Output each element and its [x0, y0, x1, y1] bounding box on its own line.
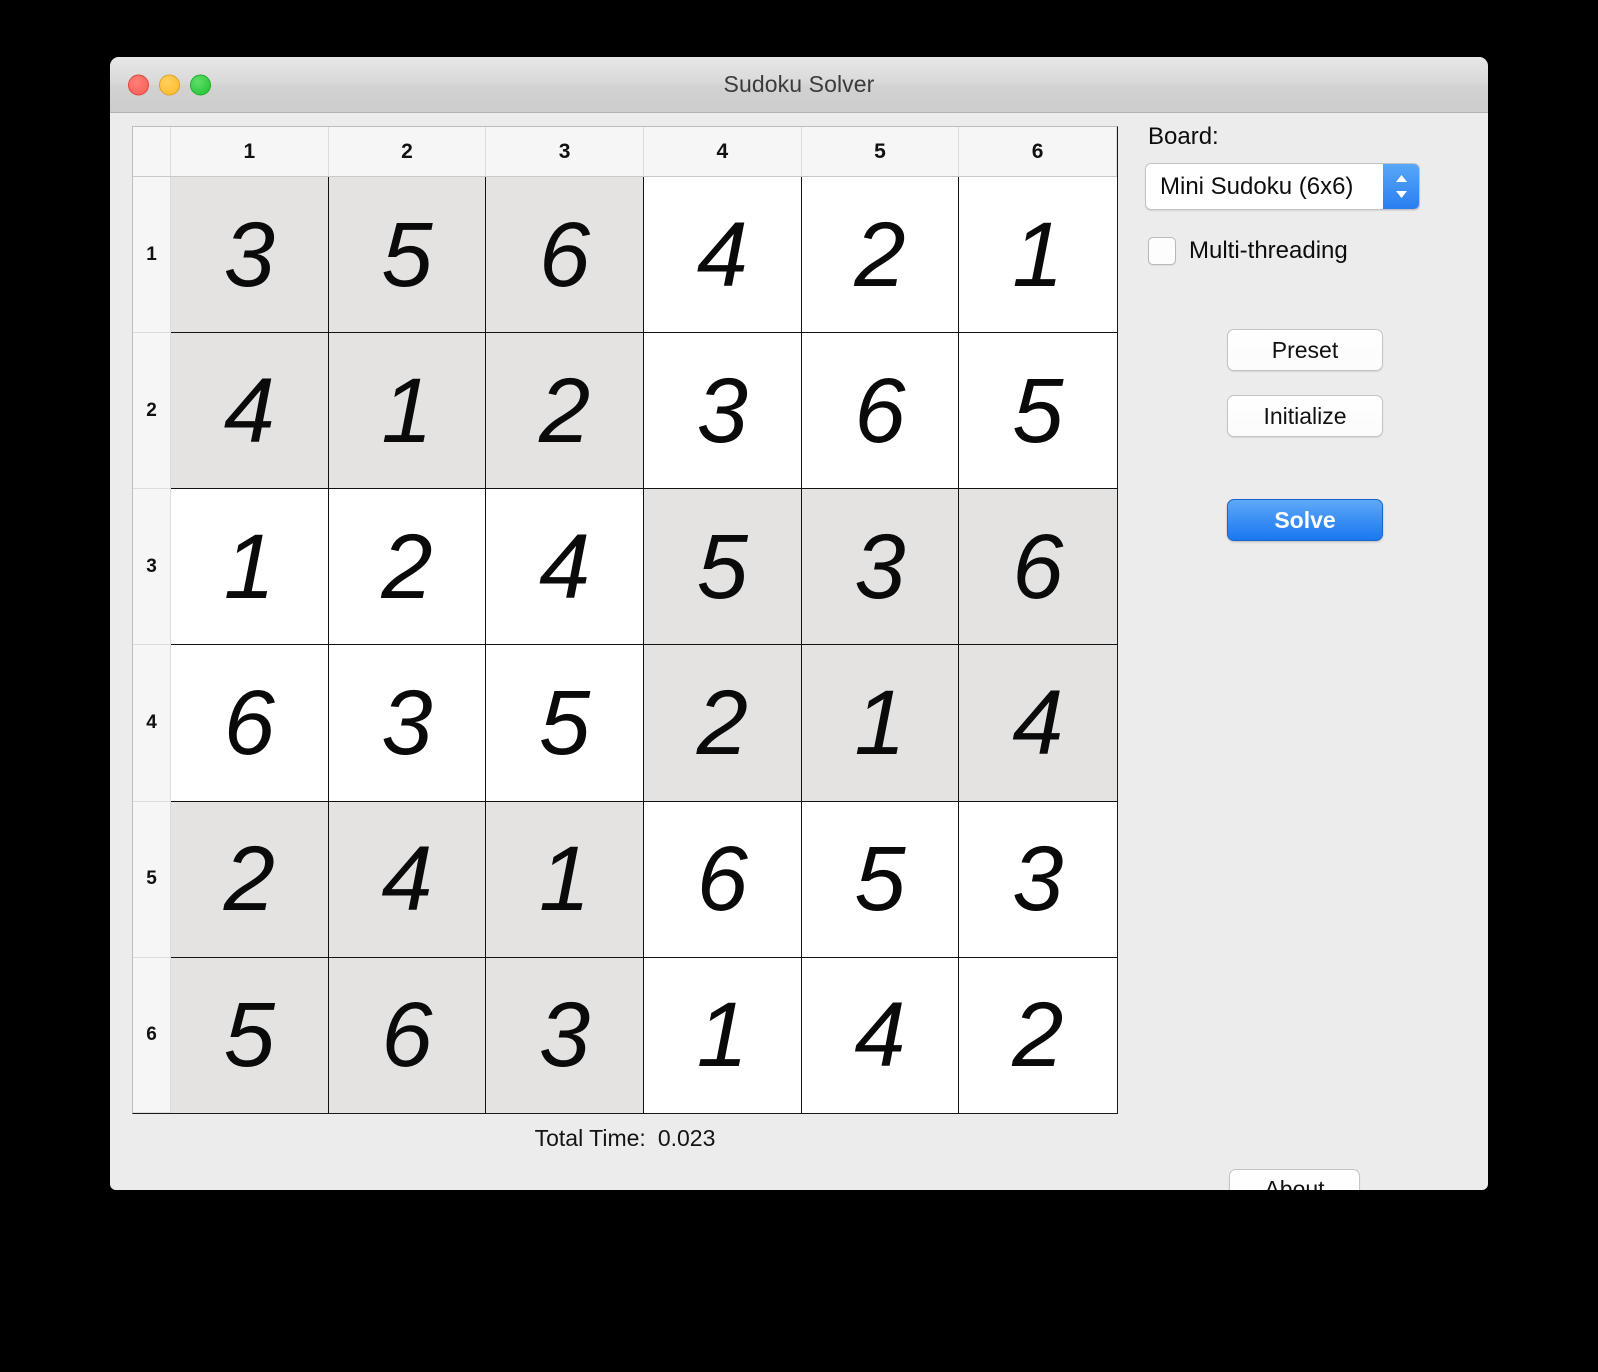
board-select-value: Mini Sudoku (6x6) — [1160, 172, 1354, 200]
grid-cell-r2c6[interactable]: 5 — [958, 332, 1117, 490]
grid-cell-r1c6[interactable]: 1 — [958, 176, 1117, 334]
column-header-1[interactable]: 1 — [170, 127, 329, 177]
column-header-6[interactable]: 6 — [958, 127, 1117, 177]
grid-cell-r2c5[interactable]: 6 — [801, 332, 960, 490]
board-select[interactable]: Mini Sudoku (6x6) — [1145, 163, 1420, 210]
control-panel: Board: Mini Sudoku (6x6) Multi-threading… — [1145, 123, 1465, 541]
grid-cell-r1c5[interactable]: 2 — [801, 176, 960, 334]
grid-cell-r5c6[interactable]: 3 — [958, 801, 1117, 958]
grid-row-2: 2412365 — [133, 332, 1117, 490]
multithreading-checkbox-row[interactable]: Multi-threading — [1148, 237, 1465, 265]
grid-cell-r2c1[interactable]: 4 — [170, 332, 329, 490]
row-header-1[interactable]: 1 — [133, 176, 171, 334]
total-time-value: 0.023 — [657, 1125, 716, 1151]
grid-row-5: 5241653 — [133, 801, 1117, 958]
total-time-status: Total Time: 0.023 — [132, 1125, 1118, 1152]
grid-cell-r2c4[interactable]: 3 — [643, 332, 802, 490]
grid-cell-r3c2[interactable]: 2 — [328, 488, 487, 646]
sudoku-board[interactable]: 1 2 3 4 5 6 1356421241236531245364635214… — [132, 126, 1118, 1114]
grid-cell-r4c4[interactable]: 2 — [643, 644, 802, 802]
app-window: Sudoku Solver 1 2 3 4 5 6 13564212412365… — [110, 57, 1488, 1190]
column-header-4[interactable]: 4 — [643, 127, 802, 177]
grid-cell-r1c2[interactable]: 5 — [328, 176, 487, 334]
grid-cell-r5c4[interactable]: 6 — [643, 801, 802, 958]
row-header-2[interactable]: 2 — [133, 332, 171, 490]
preset-button[interactable]: Preset — [1227, 329, 1383, 371]
grid-cell-r6c6[interactable]: 2 — [958, 957, 1117, 1113]
grid-cell-r5c1[interactable]: 2 — [170, 801, 329, 958]
grid-row-1: 1356421 — [133, 176, 1117, 334]
column-header-3[interactable]: 3 — [485, 127, 644, 177]
total-time-label: Total Time: — [534, 1125, 646, 1151]
row-header-3[interactable]: 3 — [133, 488, 171, 646]
grid-cell-r6c2[interactable]: 6 — [328, 957, 487, 1113]
grid-cell-r5c5[interactable]: 5 — [801, 801, 960, 958]
grid-cell-r3c1[interactable]: 1 — [170, 488, 329, 646]
grid-cell-r3c3[interactable]: 4 — [485, 488, 644, 646]
grid-cell-r4c3[interactable]: 5 — [485, 644, 644, 802]
grid-cell-r6c3[interactable]: 3 — [485, 957, 644, 1113]
grid-cell-r1c4[interactable]: 4 — [643, 176, 802, 334]
grid-cell-r1c3[interactable]: 6 — [485, 176, 644, 334]
stepper-up-down-icon[interactable] — [1383, 164, 1419, 209]
row-header-4[interactable]: 4 — [133, 644, 171, 802]
grid-cell-r2c2[interactable]: 1 — [328, 332, 487, 490]
row-header-5[interactable]: 5 — [133, 801, 171, 958]
about-button[interactable]: About — [1229, 1169, 1360, 1190]
grid-corner-cell — [133, 127, 171, 177]
grid-cell-r4c1[interactable]: 6 — [170, 644, 329, 802]
grid-cell-r4c2[interactable]: 3 — [328, 644, 487, 802]
grid-cell-r5c2[interactable]: 4 — [328, 801, 487, 958]
grid-cell-r2c3[interactable]: 2 — [485, 332, 644, 490]
sudoku-table: 1 2 3 4 5 6 1356421241236531245364635214… — [133, 127, 1117, 1114]
row-header-6[interactable]: 6 — [133, 957, 171, 1114]
grid-cell-r5c3[interactable]: 1 — [485, 801, 644, 958]
grid-cell-r4c6[interactable]: 4 — [958, 644, 1117, 802]
grid-cell-r3c5[interactable]: 3 — [801, 488, 960, 646]
multithreading-checkbox[interactable] — [1148, 237, 1176, 265]
grid-row-3: 3124536 — [133, 488, 1117, 646]
column-header-2[interactable]: 2 — [328, 127, 487, 177]
grid-row-6: 6563142 — [133, 957, 1117, 1114]
sudoku-grid-body: 1356421241236531245364635214524165365631… — [133, 176, 1117, 1114]
initialize-button[interactable]: Initialize — [1227, 395, 1383, 437]
board-label: Board: — [1148, 123, 1219, 150]
grid-cell-r3c4[interactable]: 5 — [643, 488, 802, 646]
grid-cell-r1c1[interactable]: 3 — [170, 176, 329, 334]
window-content: 1 2 3 4 5 6 1356421241236531245364635214… — [110, 113, 1488, 1190]
grid-cell-r6c1[interactable]: 5 — [170, 957, 329, 1113]
grid-row-4: 4635214 — [133, 644, 1117, 802]
grid-cell-r4c5[interactable]: 1 — [801, 644, 960, 802]
title-bar: Sudoku Solver — [110, 57, 1488, 113]
grid-cell-r3c6[interactable]: 6 — [958, 488, 1117, 646]
multithreading-label: Multi-threading — [1189, 237, 1348, 264]
grid-cell-r6c4[interactable]: 1 — [643, 957, 802, 1113]
grid-cell-r6c5[interactable]: 4 — [801, 957, 960, 1113]
column-header-row: 1 2 3 4 5 6 — [133, 127, 1117, 177]
solve-button[interactable]: Solve — [1227, 499, 1383, 541]
window-title: Sudoku Solver — [723, 71, 875, 97]
column-header-5[interactable]: 5 — [801, 127, 960, 177]
